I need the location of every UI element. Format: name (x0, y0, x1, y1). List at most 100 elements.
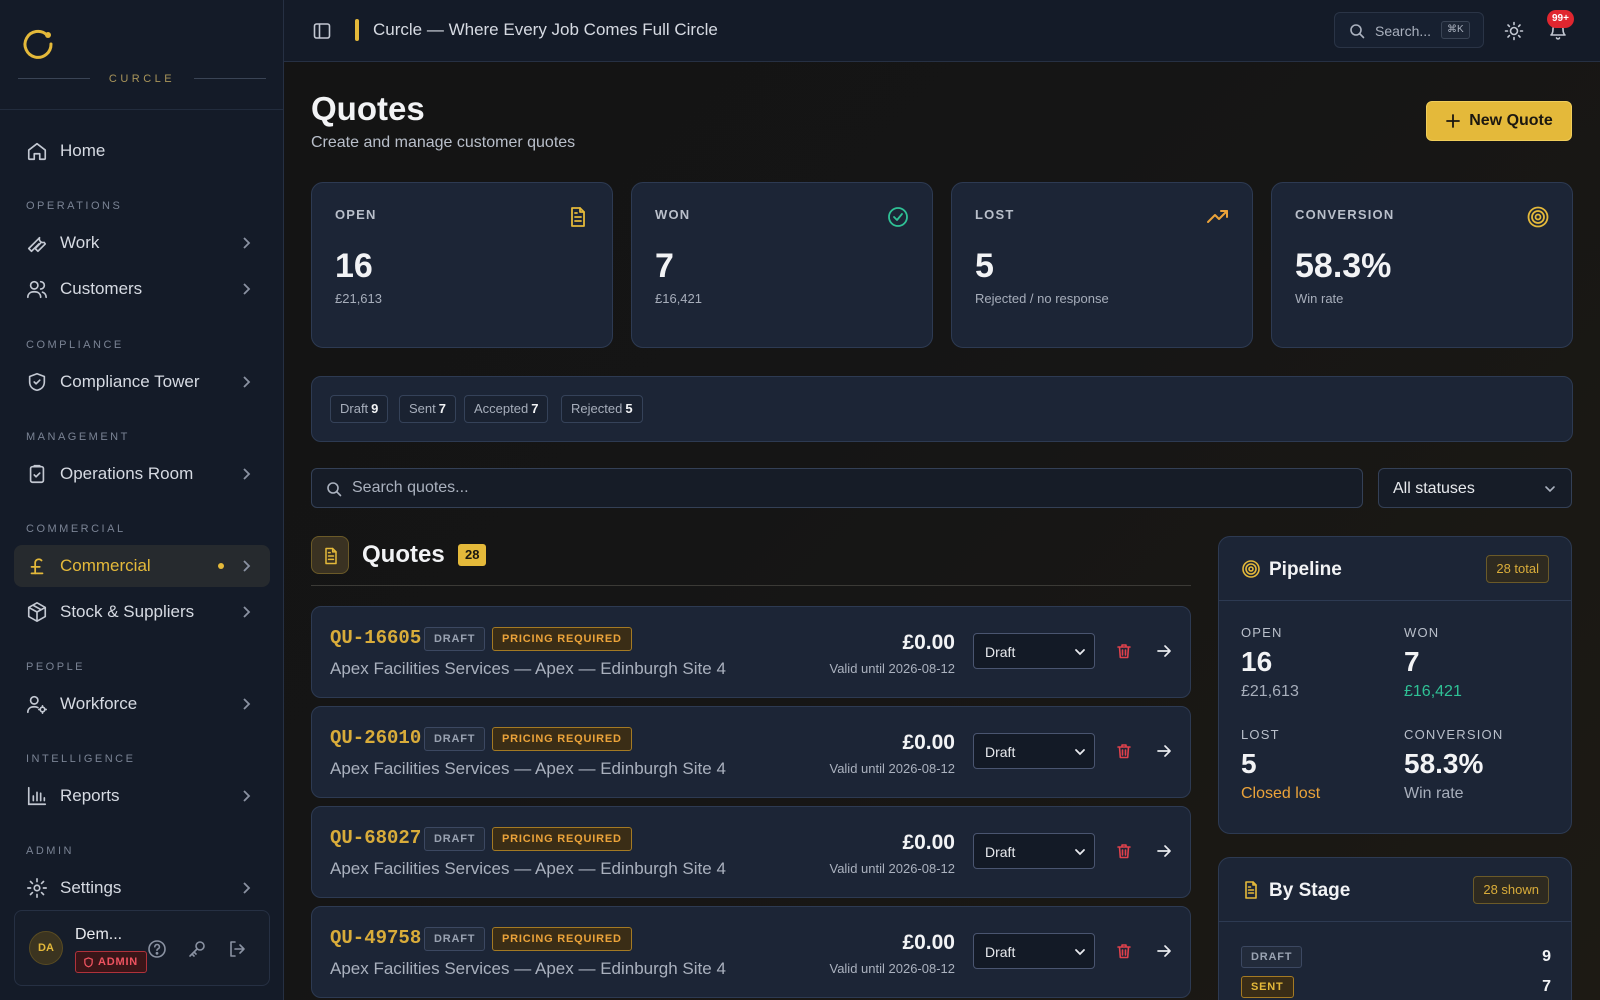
stat-card-conversion: CONVERSION 58.3% Win rate (1271, 182, 1573, 348)
sidebar-item-customers[interactable]: Customers (14, 268, 270, 310)
quote-customer: Apex Facilities Services — Apex — Edinbu… (330, 859, 726, 878)
theme-toggle-icon[interactable] (1504, 21, 1524, 41)
shield-check-icon (28, 372, 46, 392)
stage-row-sent: SENT 7 (1241, 976, 1551, 1000)
key-icon[interactable] (187, 939, 207, 959)
quote-search (311, 468, 1363, 508)
quote-id[interactable]: QU-49758 (330, 927, 421, 949)
sidebar-item-reports[interactable]: Reports (14, 775, 270, 817)
status-summary: Draft 9 Sent 7 Accepted 7 Rejected 5 (311, 376, 1573, 442)
document-icon (1245, 881, 1257, 899)
chevron-right-icon (243, 283, 251, 295)
arrow-right-icon[interactable] (1155, 642, 1173, 660)
sidebar-item-workforce[interactable]: Workforce (14, 683, 270, 725)
sidebar-item-compliance-tower[interactable]: Compliance Tower (14, 361, 270, 403)
arrow-right-icon[interactable] (1155, 942, 1173, 960)
wrench-icon (27, 236, 47, 253)
status-badge: DRAFT (424, 627, 486, 651)
trash-icon[interactable] (1115, 942, 1133, 960)
quote-status-select[interactable]: Draft (973, 833, 1095, 869)
quote-row[interactable]: QU-16605 DRAFT PRICING REQUIRED Apex Fac… (311, 606, 1191, 698)
quote-id[interactable]: QU-16605 (330, 627, 421, 649)
stage-count: 7 (1542, 978, 1551, 995)
quote-valid-until: Valid until 2026-08-12 (829, 761, 955, 776)
metric-label: OPEN (1241, 625, 1283, 640)
status-chip-draft[interactable]: Draft 9 (330, 395, 389, 423)
pricing-required-badge: PRICING REQUIRED (492, 627, 632, 651)
new-quote-button[interactable]: New Quote (1426, 101, 1572, 141)
logout-icon[interactable] (227, 939, 247, 959)
status-chip-sent[interactable]: Sent 7 (399, 395, 456, 423)
sidebar-item-label: Compliance Tower (60, 372, 200, 391)
user-card: DA Dem... ADMIN (14, 910, 270, 986)
help-icon[interactable] (147, 939, 167, 959)
sidebar-item-label: Operations Room (60, 464, 194, 483)
sidebar-toggle-icon[interactable] (312, 21, 332, 41)
quote-id[interactable]: QU-26010 (330, 727, 421, 749)
quote-customer: Apex Facilities Services — Apex — Edinbu… (330, 759, 726, 778)
quote-valid-until: Valid until 2026-08-12 (829, 861, 955, 876)
sidebar-item-home[interactable]: Home (14, 130, 270, 172)
trash-icon[interactable] (1115, 742, 1133, 760)
quote-id[interactable]: QU-68027 (330, 827, 421, 849)
quote-amount: £0.00 (902, 831, 955, 854)
brand-logo[interactable]: CURCLE (0, 0, 283, 110)
chevron-right-icon (243, 237, 251, 249)
pipeline-panel: Pipeline 28 total OPEN 16 £21,613 WON 7 … (1218, 536, 1572, 834)
chevron-down-icon (1075, 649, 1085, 656)
stat-sub: £16,421 (655, 291, 702, 306)
global-search-button[interactable]: Search... ⌘K (1334, 12, 1484, 48)
search-input[interactable] (352, 469, 1342, 507)
sidebar-item-work[interactable]: Work (14, 222, 270, 264)
stat-value: 58.3% (1295, 247, 1392, 285)
user-cog-icon (27, 695, 47, 714)
quote-row[interactable]: QU-26010 DRAFT PRICING REQUIRED Apex Fac… (311, 706, 1191, 798)
status-badge: DRAFT (424, 727, 486, 751)
stat-label: CONVERSION (1295, 207, 1395, 222)
status-chip-accepted[interactable]: Accepted 7 (464, 395, 549, 423)
stage-tag: DRAFT (1241, 946, 1303, 968)
trash-icon[interactable] (1115, 842, 1133, 860)
quote-status-select[interactable]: Draft (973, 933, 1095, 969)
arrow-right-icon[interactable] (1155, 842, 1173, 860)
stat-value: 7 (655, 247, 674, 285)
sidebar-item-label: Customers (60, 279, 143, 298)
new-quote-label: New Quote (1469, 112, 1553, 129)
quote-status-value: Draft (985, 944, 1016, 960)
sidebar-item-stock-suppliers[interactable]: Stock & Suppliers (14, 591, 270, 633)
sidebar-item-commercial[interactable]: Commercial (14, 545, 270, 587)
status-chip-rejected[interactable]: Rejected 5 (561, 395, 643, 423)
sidebar-item-settings[interactable]: Settings (14, 867, 270, 909)
section-intelligence: INTELLIGENCE (26, 753, 136, 765)
pricing-required-badge: PRICING REQUIRED (492, 927, 632, 951)
metric-value: 5 (1241, 748, 1257, 779)
section-admin: ADMIN (26, 845, 74, 857)
chevron-right-icon (243, 882, 251, 894)
quote-status-select[interactable]: Draft (973, 733, 1095, 769)
stat-sub: £21,613 (335, 291, 382, 306)
chevron-right-icon (243, 468, 251, 480)
trash-icon[interactable] (1115, 642, 1133, 660)
pipeline-header: Pipeline 28 total (1219, 537, 1571, 601)
pipeline-metric-won: WON 7 £16,421 (1404, 625, 1462, 701)
quote-row[interactable]: QU-49758 DRAFT PRICING REQUIRED Apex Fac… (311, 906, 1191, 998)
arrow-right-icon[interactable] (1155, 742, 1173, 760)
clipboard-check-icon (29, 464, 45, 484)
chevron-right-icon (243, 790, 251, 802)
quote-status-value: Draft (985, 744, 1016, 760)
metric-value: 58.3% (1404, 748, 1484, 779)
quotes-icon-box (311, 536, 349, 574)
quote-valid-until: Valid until 2026-08-12 (829, 661, 955, 676)
section-management: MANAGEMENT (26, 431, 130, 443)
curcle-logo-icon (23, 29, 53, 59)
quote-status-select[interactable]: Draft (973, 633, 1095, 669)
role-label: ADMIN (98, 956, 139, 968)
quote-amount: £0.00 (902, 631, 955, 654)
sidebar-item-operations-room[interactable]: Operations Room (14, 453, 270, 495)
quote-row[interactable]: QU-68027 DRAFT PRICING REQUIRED Apex Fac… (311, 806, 1191, 898)
target-icon (1527, 206, 1549, 228)
pound-icon (30, 558, 44, 575)
status-filter-select[interactable]: All statuses (1378, 468, 1572, 508)
avatar[interactable]: DA (29, 931, 63, 965)
search-label: Search... (1375, 23, 1432, 39)
